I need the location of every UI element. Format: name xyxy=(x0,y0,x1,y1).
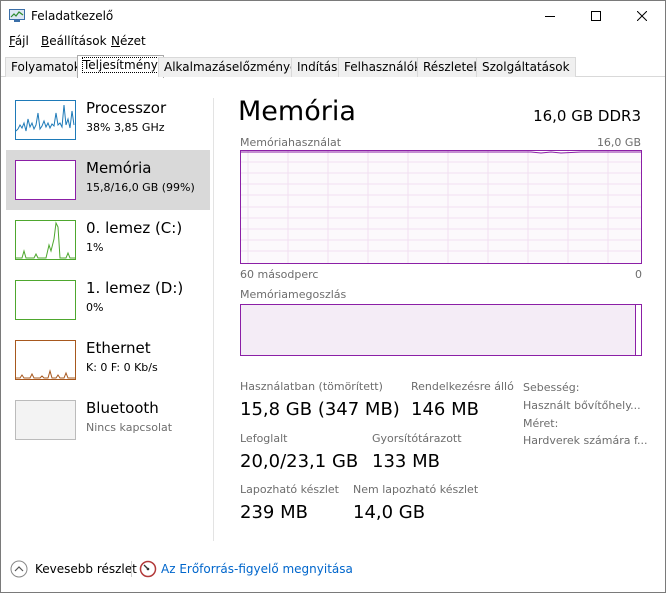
menu-options[interactable]: Beállítások xyxy=(41,34,107,48)
disk1-thumbnail xyxy=(15,280,76,320)
ethernet-sparkline xyxy=(16,369,75,379)
memory-usage-chart xyxy=(241,151,641,263)
sidebar-ethernet-sub: K: 0 F: 0 Kb/s xyxy=(86,361,158,374)
paged-pool-label: Lapozható készlet xyxy=(240,483,339,496)
menu-options-accel: B xyxy=(41,34,50,48)
sidebar-bluetooth-title: Bluetooth xyxy=(86,399,159,417)
memory-thumbnail xyxy=(15,160,76,200)
chevron-up-circle-icon[interactable] xyxy=(10,560,28,578)
sidebar-divider xyxy=(213,98,214,541)
title-bar[interactable]: Feladatkezelő xyxy=(1,1,665,31)
disk0-sparkline xyxy=(16,221,75,259)
minimize-button[interactable] xyxy=(527,1,573,31)
close-button[interactable] xyxy=(619,1,665,31)
ethernet-thumbnail xyxy=(15,340,76,380)
sidebar-item-disk1[interactable]: 1. lemez (D:) 0% xyxy=(6,270,210,330)
available-value: 146 MB xyxy=(411,399,479,420)
sidebar-item-cpu[interactable]: Processzor 38% 3,85 GHz xyxy=(6,90,210,150)
sidebar-memory-sub: 15,8/16,0 GB (99%) xyxy=(86,181,195,194)
tab-performance[interactable]: Teljesítmény xyxy=(77,55,164,78)
window-title: Feladatkezelő xyxy=(31,9,114,23)
disk0-thumbnail xyxy=(15,220,76,260)
resource-sidebar: Processzor 38% 3,85 GHz Memória 15,8/16,… xyxy=(1,78,213,543)
paged-pool-value: 239 MB xyxy=(240,502,308,523)
sidebar-cpu-sub: 38% 3,85 GHz xyxy=(86,121,165,134)
nonpaged-pool-label: Nem lapozható készlet xyxy=(353,483,479,496)
maximize-button[interactable] xyxy=(573,1,619,31)
memory-spec: 16,0 GB DDR3 xyxy=(533,107,641,125)
menu-file-rest: ájl xyxy=(14,34,29,48)
task-manager-icon xyxy=(9,9,25,22)
footer-divider xyxy=(131,561,132,577)
sidebar-item-bluetooth[interactable]: Bluetooth Nincs kapcsolat xyxy=(6,390,210,450)
performance-content: Processzor 38% 3,85 GHz Memória 15,8/16,… xyxy=(1,78,665,548)
in-use-label: Használatban (tömörített) xyxy=(240,380,383,393)
tab-users[interactable]: Felhasználók xyxy=(338,57,428,77)
memory-in-use-segment xyxy=(241,305,636,355)
speed-label: Sebesség: xyxy=(523,381,580,394)
tab-processes-label: Folyamatok xyxy=(11,60,81,74)
tab-services-label: Szolgáltatások xyxy=(482,60,570,74)
menu-options-rest: eállítások xyxy=(49,34,107,48)
tab-performance-label: Teljesítmény xyxy=(82,57,159,73)
minimize-icon xyxy=(545,16,555,17)
menu-file[interactable]: Fájl xyxy=(9,34,29,48)
tab-startup-label: Indítás xyxy=(297,60,338,74)
open-resource-monitor-link[interactable]: Az Erőforrás-figyelő megnyitása xyxy=(161,562,353,576)
maximize-icon xyxy=(591,11,601,21)
memory-usage-label: Memóriahasználat xyxy=(240,136,342,149)
tab-details-label: Részletek xyxy=(423,60,481,74)
slots-used-label: Használt bővítőhely... xyxy=(523,399,641,412)
sidebar-item-memory[interactable]: Memória 15,8/16,0 GB (99%) xyxy=(6,150,210,210)
menu-view[interactable]: Nézet xyxy=(111,34,146,48)
memory-composition-bar xyxy=(240,304,642,356)
nonpaged-pool-value: 14,0 GB xyxy=(353,502,426,523)
task-manager-window: Feladatkezelő Fájl Beállítások Nézet Fol… xyxy=(0,0,666,593)
tab-users-label: Felhasználók xyxy=(344,60,422,74)
committed-label: Lefoglalt xyxy=(240,432,288,445)
menu-bar: Fájl Beállítások Nézet xyxy=(1,32,665,52)
tab-app-history-label: Alkalmazáselőzmények xyxy=(164,60,305,74)
memory-composition-label: Memóriamegoszlás xyxy=(240,288,347,301)
fewer-details-link[interactable]: Kevesebb részlet xyxy=(35,562,137,576)
available-label: Rendelkezésre álló xyxy=(411,380,514,393)
cached-label: Gyorsítótárazott xyxy=(372,432,462,445)
cached-value: 133 MB xyxy=(372,451,440,472)
in-use-value: 15,8 GB (347 MB) xyxy=(240,399,400,420)
sidebar-ethernet-title: Ethernet xyxy=(86,339,151,357)
committed-value: 20,0/23,1 GB xyxy=(240,451,359,472)
menu-view-rest: ézet xyxy=(119,34,146,48)
sidebar-item-ethernet[interactable]: Ethernet K: 0 F: 0 Kb/s xyxy=(6,330,210,390)
graph-time-right: 0 xyxy=(635,268,642,281)
memory-usage-graph xyxy=(240,150,642,264)
sidebar-disk0-title: 0. lemez (C:) xyxy=(86,219,183,237)
cpu-thumbnail xyxy=(15,100,76,140)
footer-bar: Kevesebb részlet Az Erőforrás-figyelő me… xyxy=(1,552,665,592)
sidebar-disk1-title: 1. lemez (D:) xyxy=(86,279,184,297)
tab-app-history[interactable]: Alkalmazáselőzmények xyxy=(158,57,311,77)
tab-bar: Folyamatok Teljesítmény Alkalmazáselőzmé… xyxy=(1,55,665,78)
cpu-sparkline xyxy=(16,104,75,132)
sidebar-cpu-title: Processzor xyxy=(86,99,167,117)
page-title: Memória xyxy=(238,96,356,127)
sidebar-disk0-sub: 1% xyxy=(86,241,104,254)
close-icon xyxy=(637,11,647,21)
tab-processes[interactable]: Folyamatok xyxy=(5,57,87,77)
graph-time-left: 60 másodperc xyxy=(240,268,319,281)
sidebar-item-disk0[interactable]: 0. lemez (C:) 1% xyxy=(6,210,210,270)
sidebar-memory-title: Memória xyxy=(86,159,152,177)
hardware-reserved-label: Hardverek számára f... xyxy=(523,434,648,447)
menu-view-accel: N xyxy=(111,34,120,48)
memory-usage-max: 16,0 GB xyxy=(596,136,641,149)
form-factor-label: Méret: xyxy=(523,417,559,430)
resource-monitor-icon[interactable] xyxy=(139,560,157,578)
bluetooth-thumbnail xyxy=(15,400,76,440)
tab-services[interactable]: Szolgáltatások xyxy=(476,57,576,77)
tab-startup[interactable]: Indítás xyxy=(291,57,344,77)
sidebar-bluetooth-sub: Nincs kapcsolat xyxy=(86,421,173,434)
sidebar-disk1-sub: 0% xyxy=(86,301,104,314)
